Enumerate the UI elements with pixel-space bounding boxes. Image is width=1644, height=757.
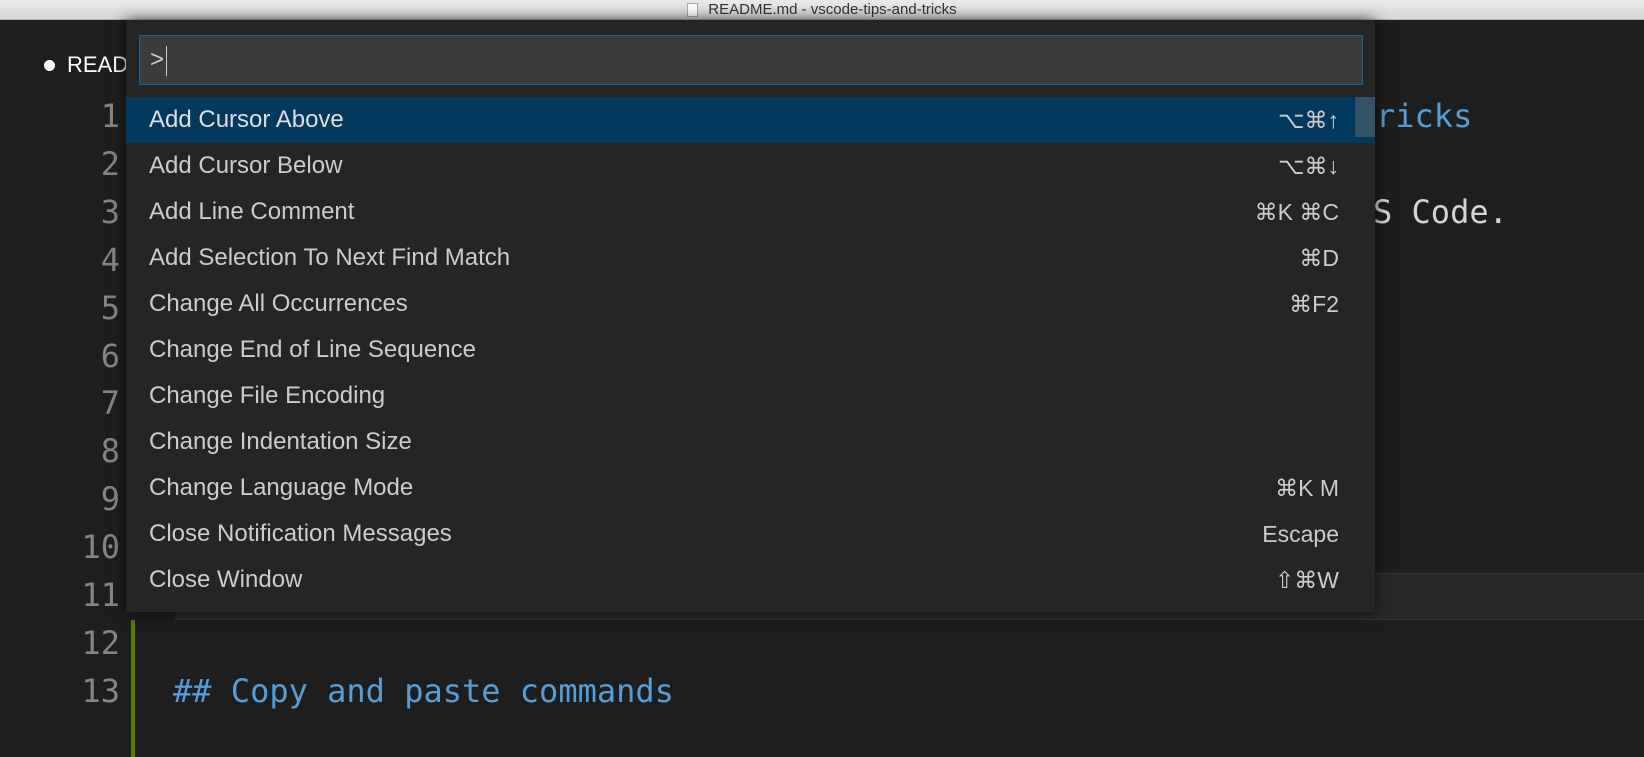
line-number: 6 <box>100 336 120 375</box>
command-label: Add Cursor Above <box>149 106 344 133</box>
command-keybinding: ⌘D <box>1299 244 1339 271</box>
code-line-3[interactable]: S Code. <box>1373 189 1508 237</box>
command-list: Add Cursor Above ⌥⌘↑ Add Cursor Below ⌥⌘↓ Ad… <box>126 97 1375 603</box>
line-number: 3 <box>100 192 120 231</box>
command-item[interactable]: Close Notification Messages Escape <box>126 511 1375 557</box>
document-icon <box>687 2 699 17</box>
command-label: Change File Encoding <box>149 382 386 409</box>
line-number: 12 <box>81 623 120 662</box>
line-number: 5 <box>100 288 120 327</box>
command-item[interactable]: Change Indentation Size <box>126 419 1375 465</box>
line-number: 9 <box>100 480 120 519</box>
command-label: Add Selection To Next Find Match <box>149 244 511 271</box>
command-item[interactable]: Add Selection To Next Find Match ⌘D <box>126 235 1375 281</box>
command-item[interactable]: Close Window ⇧⌘W <box>126 557 1375 603</box>
command-keybinding: ⌥⌘↓ <box>1277 152 1339 179</box>
command-item[interactable]: Add Cursor Below ⌥⌘↓ <box>126 143 1375 189</box>
command-label: Change Indentation Size <box>149 428 412 455</box>
line-number: 11 <box>81 576 120 614</box>
command-keybinding: ⌥⌘↑ <box>1277 106 1339 133</box>
command-label: Add Line Comment <box>149 198 355 225</box>
text-caret <box>166 45 168 76</box>
git-added-indicator <box>131 620 135 757</box>
command-label: Change Language Mode <box>149 474 414 501</box>
command-item[interactable]: Add Line Comment ⌘K ⌘C <box>126 189 1375 235</box>
command-label: Change All Occurrences <box>149 290 408 317</box>
command-item[interactable]: Add Cursor Above ⌥⌘↑ <box>126 97 1375 143</box>
title-bar: README.md - vscode-tips-and-tricks <box>0 0 1644 20</box>
command-keybinding: ⌘K ⌘C <box>1254 198 1339 225</box>
command-keybinding: ⌘K M <box>1275 474 1339 501</box>
line-number: 10 <box>81 528 120 567</box>
code-line-1[interactable]: ricks <box>1376 93 1472 141</box>
line-number: 1 <box>100 97 120 135</box>
line-number: 4 <box>100 240 120 279</box>
command-label: Close Notification Messages <box>149 520 452 547</box>
tab-readme[interactable]: README.md <box>44 50 126 80</box>
window-title: README.md - vscode-tips-and-tricks <box>708 1 957 18</box>
command-item[interactable]: Change All Occurrences ⌘F2 <box>126 281 1375 327</box>
command-item[interactable]: Change Language Mode ⌘K M <box>126 465 1375 511</box>
command-keybinding: Escape <box>1262 520 1339 547</box>
line-number: 2 <box>100 144 120 183</box>
command-input-value: > <box>150 46 165 73</box>
code-line-13[interactable]: ## Copy and paste commands <box>173 668 674 716</box>
command-label: Change End of Line Sequence <box>149 336 476 363</box>
command-item[interactable]: Change File Encoding <box>126 373 1375 419</box>
command-input[interactable]: > <box>139 35 1363 85</box>
line-number: 13 <box>81 671 120 710</box>
command-label: Close Window <box>149 566 303 593</box>
line-number: 8 <box>100 432 120 471</box>
command-keybinding: ⇧⌘W <box>1275 566 1339 593</box>
tab-label: README.md <box>67 52 126 77</box>
command-keybinding: ⌘F2 <box>1289 290 1339 317</box>
command-palette: > Add Cursor Above ⌥⌘↑ Add Cursor Below ⌥⌘↓… <box>126 20 1375 612</box>
command-item[interactable]: Change End of Line Sequence <box>126 327 1375 373</box>
unsaved-dot-icon <box>44 59 55 71</box>
scrollbar-thumb[interactable] <box>1355 97 1375 137</box>
command-label: Add Cursor Below <box>149 152 343 179</box>
line-number: 7 <box>100 384 120 423</box>
